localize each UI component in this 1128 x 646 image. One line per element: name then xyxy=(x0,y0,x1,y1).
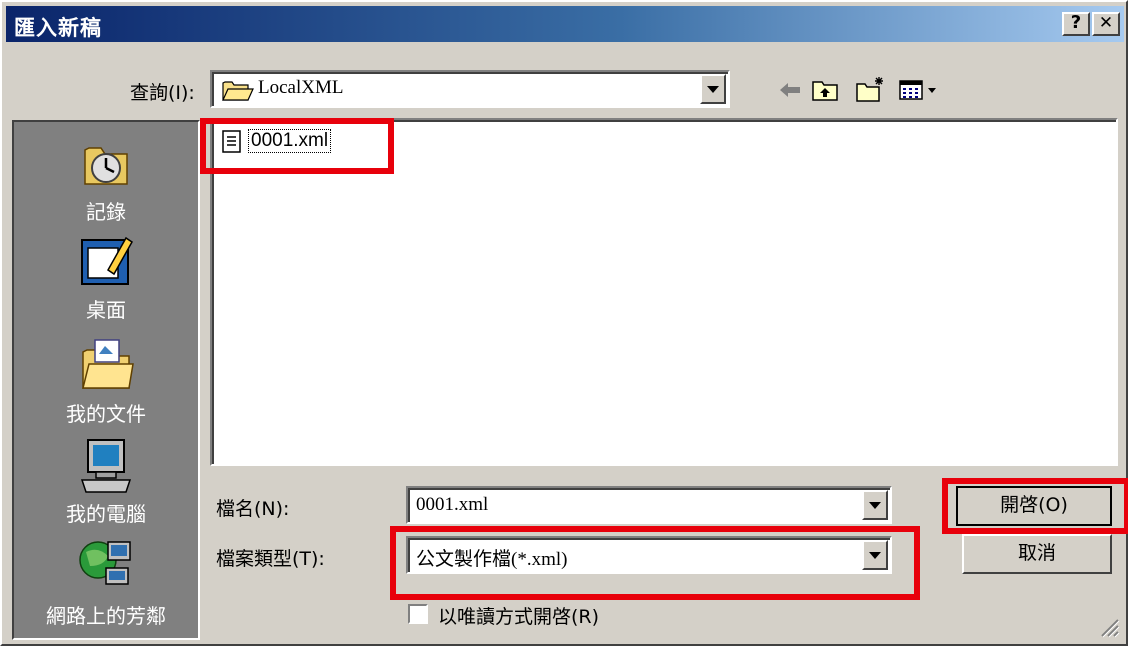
place-my-documents[interactable]: 我的文件 xyxy=(14,336,198,436)
desktop-icon xyxy=(81,236,133,285)
place-label: 我的文件 xyxy=(66,402,146,426)
filename-value: 0001.xml xyxy=(416,494,489,515)
readonly-label: 以唯讀方式開啓(R) xyxy=(438,606,600,628)
place-desktop[interactable]: 桌面 xyxy=(14,234,198,334)
cancel-button[interactable]: 取消 xyxy=(962,534,1112,574)
place-label: 網路上的芳鄰 xyxy=(46,604,166,628)
place-label: 記錄 xyxy=(86,200,126,224)
look-in-label: 查詢(I): xyxy=(130,82,195,104)
highlight-file-item xyxy=(200,118,394,174)
place-my-computer[interactable]: 我的電腦 xyxy=(14,438,198,536)
view-menu-icon[interactable] xyxy=(898,76,940,104)
my-documents-icon xyxy=(82,339,134,389)
place-history[interactable]: 記錄 xyxy=(14,136,198,234)
look-in-combo[interactable]: LocalXML xyxy=(210,70,730,108)
filename-label: 檔名(N): xyxy=(216,498,290,520)
filetype-label: 檔案類型(T): xyxy=(216,548,325,570)
dialog-title: 匯入新稿 xyxy=(14,16,102,40)
title-bar[interactable]: 匯入新稿 ? ✕ xyxy=(6,6,1124,42)
open-file-dialog: 匯入新稿 ? ✕ 查詢(I): LocalXML 記錄 桌面 我的文件 我的電腦… xyxy=(0,0,1128,646)
highlight-file-type xyxy=(390,526,920,600)
place-label: 桌面 xyxy=(86,298,126,322)
history-icon xyxy=(84,147,128,185)
readonly-checkbox[interactable] xyxy=(408,604,428,624)
look-in-dropdown-button[interactable] xyxy=(700,74,726,104)
resize-grip-icon[interactable] xyxy=(1098,616,1120,638)
up-folder-icon[interactable] xyxy=(810,76,840,104)
close-button[interactable]: ✕ xyxy=(1092,12,1120,36)
filename-dropdown-button[interactable] xyxy=(862,490,888,520)
network-places-icon xyxy=(79,541,131,585)
back-arrow-icon[interactable] xyxy=(776,76,804,104)
places-bar: 記錄 桌面 我的文件 我的電腦 網路上的芳鄰 xyxy=(12,120,200,640)
my-computer-icon xyxy=(80,439,132,493)
place-label: 我的電腦 xyxy=(66,502,146,526)
place-network[interactable]: 網路上的芳鄰 xyxy=(14,536,198,638)
readonly-option[interactable]: 以唯讀方式開啓(R) xyxy=(408,602,708,632)
folder-icon xyxy=(222,81,254,101)
new-folder-icon[interactable] xyxy=(854,76,886,104)
help-button[interactable]: ? xyxy=(1062,12,1090,36)
filename-combo[interactable]: 0001.xml xyxy=(406,486,892,524)
highlight-open-button xyxy=(942,478,1128,534)
look-in-value: LocalXML xyxy=(258,77,344,98)
